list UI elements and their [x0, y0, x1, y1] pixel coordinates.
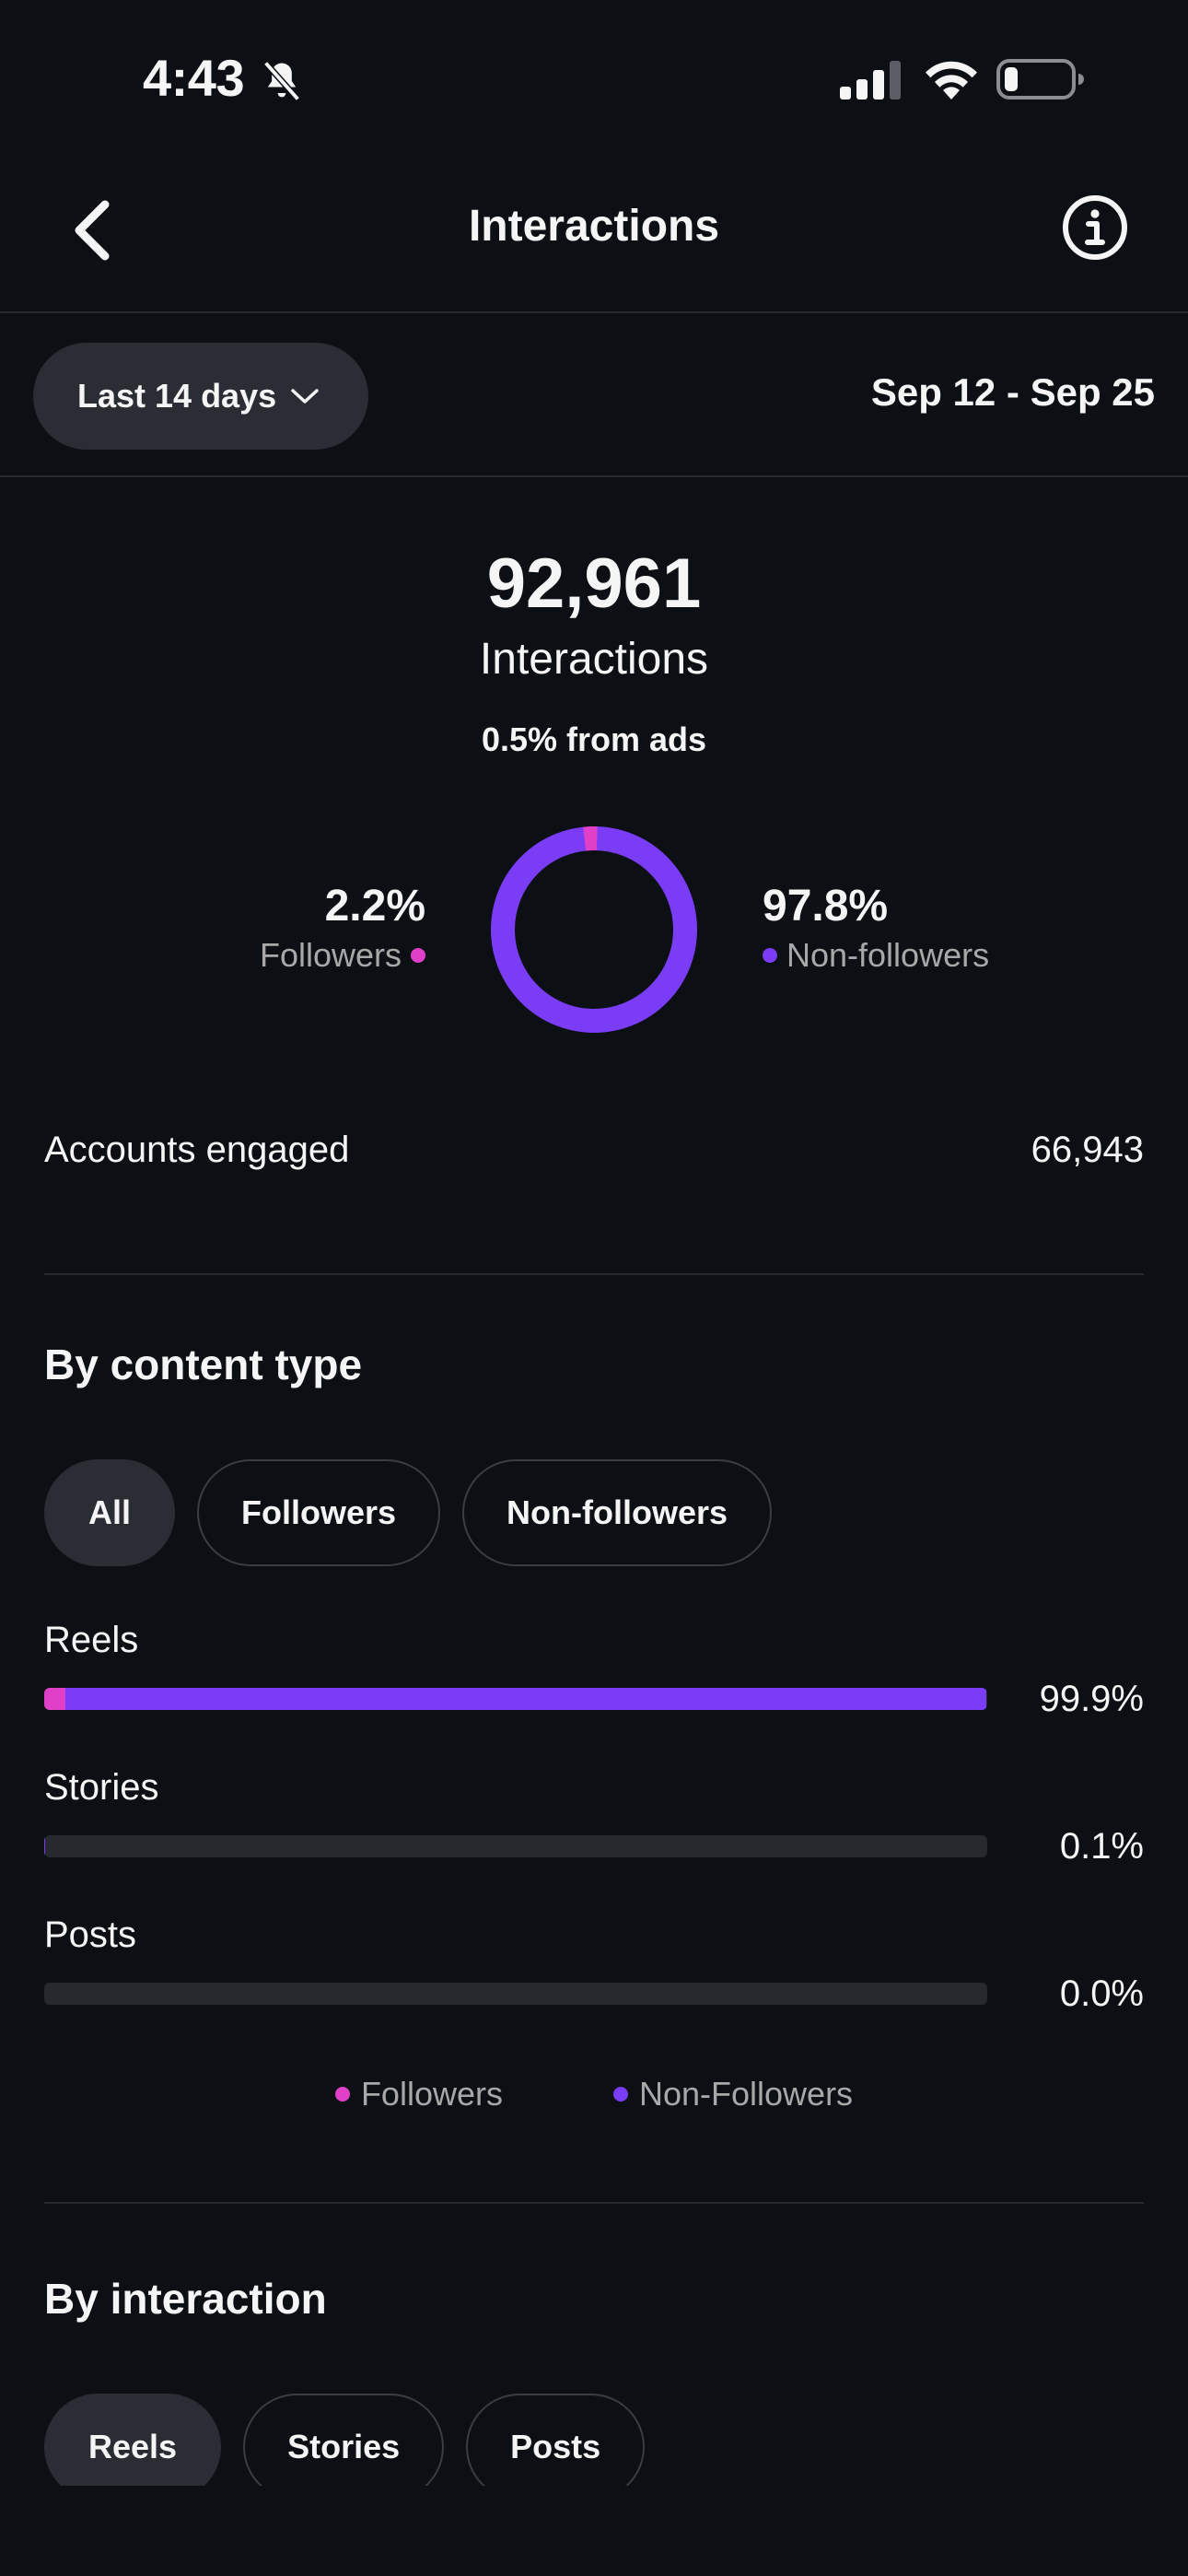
- chip-non-followers[interactable]: Non-followers: [462, 1459, 773, 1566]
- section-divider: [44, 2202, 1144, 2204]
- status-time: 4:43: [143, 49, 245, 107]
- ads-note: 0.5% from ads: [481, 720, 707, 758]
- interaction-filter-chips: Reels Stories Posts: [44, 2394, 646, 2500]
- reels-bar-percentage: 99.9%: [1039, 1679, 1144, 1719]
- nonfollowers-legend-label: Non-followers: [786, 936, 990, 974]
- info-icon[interactable]: [1061, 193, 1129, 262]
- date-range-text: Sep 12 - Sep 25: [870, 370, 1155, 414]
- nonfollowers-percentage: 97.8%: [763, 882, 889, 931]
- interactions-total: 92,961: [486, 544, 702, 623]
- reels-bar-label: Reels: [44, 1620, 139, 1660]
- content-clip: [0, 2486, 1188, 2576]
- posts-bar-percentage: 0.0%: [1059, 1973, 1144, 2014]
- wifi-icon: [926, 61, 977, 100]
- reels-bar-nonfollowers-segment: [64, 1688, 986, 1710]
- followers-legend-label: Followers: [259, 936, 402, 974]
- battery-icon: [996, 59, 1084, 100]
- nonfollowers-dot-icon: [763, 948, 777, 963]
- cellular-signal-icon: [840, 61, 901, 100]
- legend-followers: Followers: [334, 2075, 503, 2113]
- reels-bar-followers-segment: [44, 1688, 65, 1710]
- date-range-dropdown[interactable]: Last 14 days: [33, 343, 368, 450]
- stories-bar-nonfollowers-segment: [44, 1835, 46, 1857]
- chip-all[interactable]: All: [44, 1459, 176, 1566]
- section-divider: [44, 1273, 1144, 1275]
- by-interaction-title: By interaction: [44, 2275, 327, 2323]
- legend-nonfollowers: Non-Followers: [612, 2075, 854, 2113]
- content-type-legend: Followers Non-Followers: [0, 2075, 1188, 2113]
- status-bar: 4:43: [0, 0, 1188, 147]
- page-title: Interactions: [468, 202, 720, 251]
- followers-dot-icon: [411, 948, 425, 963]
- nav-header: Interactions: [0, 147, 1188, 313]
- stories-bar-label: Stories: [44, 1767, 159, 1808]
- accounts-engaged-label: Accounts engaged: [44, 1130, 350, 1170]
- date-range-row: Last 14 days Sep 12 - Sep 25: [0, 313, 1188, 477]
- chip-reels[interactable]: Reels: [44, 2394, 222, 2500]
- posts-bar: [44, 1983, 987, 2005]
- date-range-selected: Last 14 days: [77, 377, 277, 415]
- legend-followers-label: Followers: [360, 2075, 503, 2113]
- interactions-screen: 4:43 Interactions Last 14 days Sep 12 - …: [0, 0, 1188, 2576]
- accounts-engaged-value: 66,943: [1031, 1130, 1144, 1170]
- by-content-type-title: By content type: [44, 1341, 363, 1388]
- reels-bar: [44, 1688, 987, 1710]
- stories-bar: [44, 1835, 987, 1857]
- interactions-label: Interactions: [479, 635, 709, 684]
- nonfollowers-legend: Non-followers: [763, 936, 989, 975]
- posts-bar-label: Posts: [44, 1914, 137, 1955]
- bell-muted-icon: [263, 61, 300, 101]
- chevron-down-icon: [291, 389, 319, 404]
- legend-followers-dot-icon: [334, 2087, 350, 2102]
- legend-nonfollowers-label: Non-Followers: [638, 2075, 854, 2113]
- audience-donut-chart: [491, 826, 697, 1033]
- followers-percentage: 2.2%: [324, 882, 425, 931]
- followers-legend: Followers: [260, 936, 425, 975]
- legend-nonfollowers-dot-icon: [612, 2087, 628, 2102]
- stories-bar-percentage: 0.1%: [1059, 1826, 1144, 1867]
- chip-stories[interactable]: Stories: [243, 2394, 445, 2500]
- chip-followers[interactable]: Followers: [197, 1459, 441, 1566]
- chip-posts[interactable]: Posts: [466, 2394, 646, 2500]
- content-type-filter-chips: All Followers Non-followers: [44, 1459, 773, 1566]
